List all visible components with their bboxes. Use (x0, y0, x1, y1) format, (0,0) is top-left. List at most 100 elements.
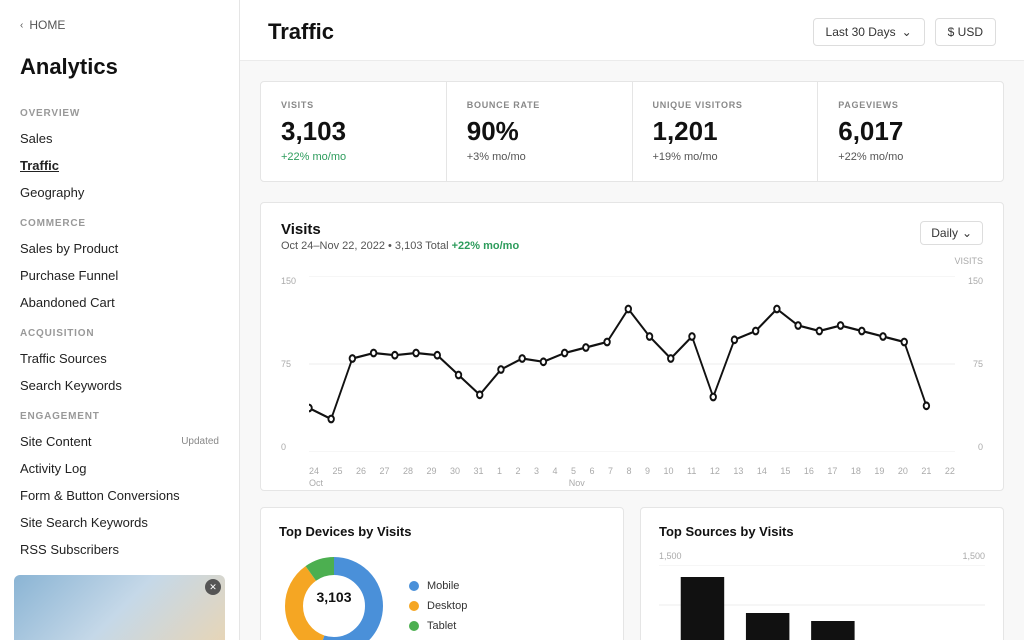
oct-label: Oct (309, 478, 323, 488)
x-label: 15 (780, 466, 790, 476)
sidebar-item-search-keywords[interactable]: Search Keywords (0, 372, 239, 399)
chart-change: +22% mo/mo (452, 240, 520, 252)
sidebar-promo-image: ✕ (14, 575, 225, 640)
sidebar-item-purchase-funnel[interactable]: Purchase Funnel (0, 262, 239, 289)
y-label-zero: 0 (281, 442, 296, 452)
sidebar-item-traffic-sources[interactable]: Traffic Sources (0, 345, 239, 372)
top-sources-card: Top Sources by Visits 1,500 1,500 (640, 507, 1004, 640)
sidebar-item-abandoned-cart[interactable]: Abandoned Cart (0, 289, 239, 316)
sidebar-item-label: Sales by Product (20, 241, 118, 256)
x-label: 13 (733, 466, 743, 476)
donut-legend: Mobile Desktop Tablet (409, 580, 467, 632)
sidebar-item-form-button-conversions[interactable]: Form & Button Conversions (0, 482, 239, 509)
sidebar-item-site-content[interactable]: Site Content Updated (0, 428, 239, 455)
section-commerce: COMMERCE (0, 206, 239, 235)
stat-pageviews: PAGEVIEWS 6,017 +22% mo/mo (818, 82, 1003, 181)
close-promo-button[interactable]: ✕ (205, 579, 221, 595)
stat-pageviews-label: PAGEVIEWS (838, 100, 983, 110)
period-select[interactable]: Daily ⌄ (920, 221, 983, 245)
legend-tablet: Tablet (409, 620, 467, 632)
period-label: Daily (931, 226, 958, 240)
stat-unique-value: 1,201 (653, 116, 798, 147)
y-right-zero: 0 (968, 442, 983, 452)
sidebar-item-label: Form & Button Conversions (20, 488, 180, 503)
stat-visits-value: 3,103 (281, 116, 426, 147)
legend-mobile: Mobile (409, 580, 467, 592)
x-label: 9 (645, 466, 650, 476)
svg-text:3,103: 3,103 (316, 589, 351, 605)
x-label: 28 (403, 466, 413, 476)
sidebar: ‹ HOME Analytics OVERVIEW Sales Traffic … (0, 0, 240, 640)
visits-chart-area: 150 75 0 150 75 0 (281, 276, 983, 476)
sidebar-item-geography[interactable]: Geography (0, 179, 239, 206)
tablet-dot (409, 621, 419, 631)
x-label: 27 (380, 466, 390, 476)
chart-svg-container (309, 276, 955, 452)
stat-unique-label: UNIQUE VISITORS (653, 100, 798, 110)
line-chart-svg (309, 276, 955, 452)
sidebar-item-label: Site Content (20, 434, 92, 449)
stat-bounce-rate: BOUNCE RATE 90% +3% mo/mo (447, 82, 633, 181)
x-label: 11 (687, 466, 696, 476)
x-label: 10 (664, 466, 674, 476)
y-label-top: 150 (281, 276, 296, 286)
x-label: 12 (710, 466, 720, 476)
x-label: 18 (851, 466, 861, 476)
x-label: 22 (945, 466, 955, 476)
x-label: 14 (757, 466, 767, 476)
currency-button[interactable]: $ USD (935, 18, 996, 46)
desktop-label: Desktop (427, 600, 467, 612)
date-range-button[interactable]: Last 30 Days ⌄ (813, 18, 925, 46)
updated-badge: Updated (181, 436, 219, 447)
sidebar-item-sales[interactable]: Sales (0, 125, 239, 152)
stat-pageviews-value: 6,017 (838, 116, 983, 147)
stat-visits-label: VISITS (281, 100, 426, 110)
chart-title: Visits (281, 221, 519, 238)
currency-label: $ USD (948, 25, 983, 39)
home-link[interactable]: ‹ HOME (0, 0, 239, 46)
stat-visits: VISITS 3,103 +22% mo/mo (261, 82, 447, 181)
x-axis-labels: 24 25 26 27 28 29 30 31 1 2 3 4 5 6 7 8 … (309, 466, 955, 476)
sidebar-item-label: Search Keywords (20, 378, 122, 393)
sidebar-item-rss-subscribers[interactable]: RSS Subscribers (0, 536, 239, 563)
sidebar-item-activity-log[interactable]: Activity Log (0, 455, 239, 482)
header-controls: Last 30 Days ⌄ $ USD (813, 18, 996, 46)
stat-unique-visitors: UNIQUE VISITORS 1,201 +19% mo/mo (633, 82, 819, 181)
section-acquisition: ACQUISITION (0, 316, 239, 345)
chevron-down-icon: ⌄ (902, 25, 912, 39)
donut-area: 3,103 Mobile Desktop Tablet (279, 551, 605, 640)
sidebar-item-traffic[interactable]: Traffic (0, 152, 239, 179)
bottom-charts-row: Top Devices by Visits 3,103 Mobi (260, 507, 1004, 640)
chart-subtitle: Oct 24–Nov 22, 2022 • 3,103 Total +22% m… (281, 240, 519, 252)
top-devices-title: Top Devices by Visits (279, 524, 605, 539)
page-header: Traffic Last 30 Days ⌄ $ USD (240, 0, 1024, 61)
sources-y-label-top: 1,500 (659, 551, 682, 561)
y-right-mid: 75 (968, 359, 983, 369)
x-label: 16 (804, 466, 814, 476)
section-engagement: ENGAGEMENT (0, 399, 239, 428)
sidebar-item-label: Traffic Sources (20, 351, 107, 366)
sidebar-item-label: Abandoned Cart (20, 295, 115, 310)
x-label: 6 (590, 466, 595, 476)
sources-y-label-right: 1,500 (962, 551, 985, 561)
x-label: 7 (608, 466, 613, 476)
sidebar-item-sales-by-product[interactable]: Sales by Product (0, 235, 239, 262)
y-axis-labels-right: 150 75 0 (968, 276, 983, 452)
y-axis-labels: 150 75 0 (281, 276, 296, 452)
sidebar-item-label: Traffic (20, 158, 59, 173)
stat-pageviews-change: +22% mo/mo (838, 151, 983, 163)
stat-bounce-label: BOUNCE RATE (467, 100, 612, 110)
donut-chart: 3,103 (279, 551, 389, 640)
stat-visits-change: +22% mo/mo (281, 151, 426, 163)
sidebar-item-site-search-keywords[interactable]: Site Search Keywords (0, 509, 239, 536)
x-label: 24 (309, 466, 319, 476)
x-label: 30 (450, 466, 460, 476)
y-label-mid: 75 (281, 359, 296, 369)
top-devices-card: Top Devices by Visits 3,103 Mobi (260, 507, 624, 640)
bar-chart-area (659, 565, 985, 640)
visits-axis-label: VISITS (954, 256, 983, 266)
section-overview: OVERVIEW (0, 96, 239, 125)
x-label: 20 (898, 466, 908, 476)
chart-header: Visits Oct 24–Nov 22, 2022 • 3,103 Total… (281, 221, 983, 252)
x-label: 29 (427, 466, 437, 476)
